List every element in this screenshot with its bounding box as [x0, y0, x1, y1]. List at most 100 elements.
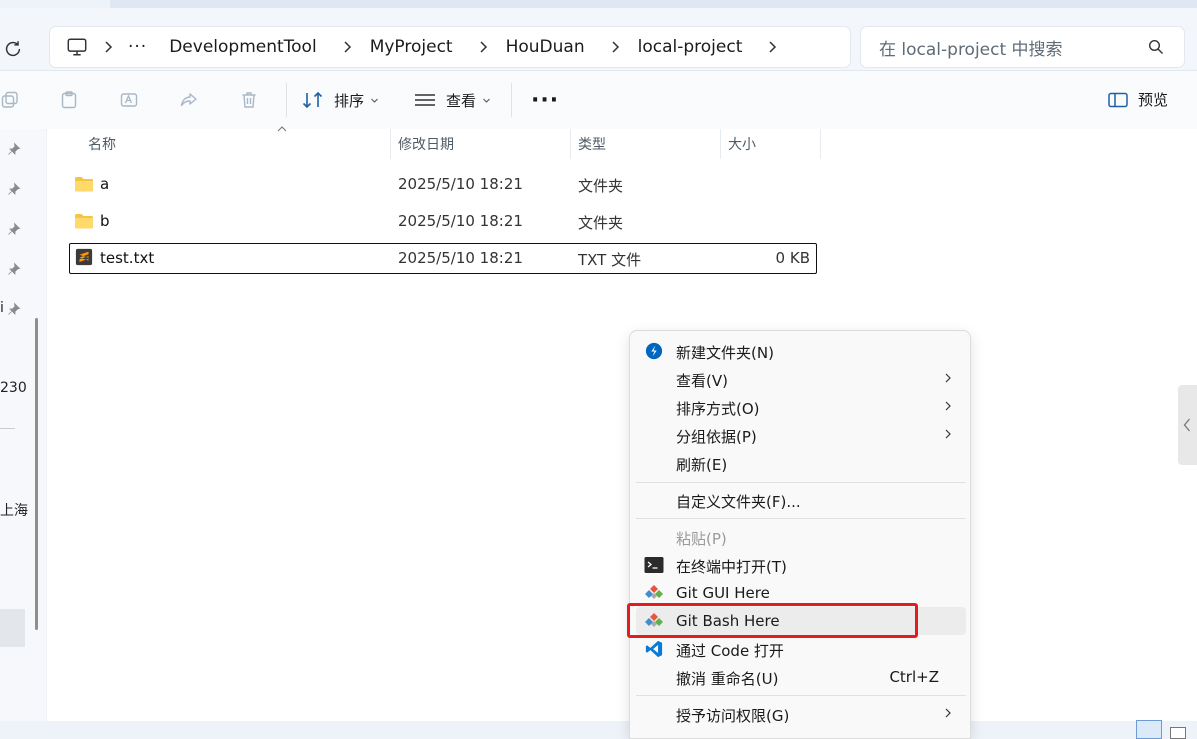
menu-item-view[interactable]: 查看(V) [636, 365, 966, 393]
menu-shortcut: Ctrl+Z [889, 668, 939, 686]
search-icon[interactable] [1148, 39, 1164, 55]
menu-label: 查看(V) [676, 372, 728, 390]
tiles-view-toggle[interactable] [1170, 727, 1186, 739]
chevron-right-icon [945, 401, 951, 411]
menu-label: 授予访问权限(G) [676, 707, 790, 725]
this-pc-icon[interactable] [66, 36, 88, 58]
file-name: a [100, 175, 110, 193]
search-box[interactable]: 在 local-project 中搜索 [861, 27, 1184, 67]
menu-item-refresh[interactable]: 刷新(E) [636, 449, 966, 477]
git-gui-icon [645, 585, 663, 599]
pin-icon[interactable] [7, 302, 21, 316]
preview-label: 预览 [1138, 91, 1169, 109]
status-bar [0, 721, 1197, 737]
file-row-a[interactable]: a 2025/5/10 18:21 文件夹 [69, 170, 815, 199]
column-header-type[interactable]: 类型 [578, 129, 606, 159]
menu-label: 排序方式(O) [676, 400, 760, 418]
pin-icon[interactable] [7, 262, 21, 276]
menu-separator [636, 695, 966, 696]
file-type: 文件夹 [578, 214, 624, 232]
address-bar-area: ··· DevelopmentTool MyProject HouDuan lo… [0, 8, 1197, 70]
navigation-scrollbar[interactable] [35, 318, 38, 630]
sort-label: 排序 [334, 91, 365, 110]
view-list-icon [415, 94, 435, 106]
delete-icon[interactable] [239, 90, 259, 110]
preview-pane-icon [1108, 92, 1128, 107]
menu-item-give-access[interactable]: 授予访问权限(G) [636, 700, 966, 728]
column-header-name[interactable]: 名称 [88, 129, 116, 159]
copy-icon[interactable] [0, 90, 20, 110]
menu-label: 分组依据(P) [676, 428, 757, 446]
sort-button[interactable]: 排序 [302, 89, 379, 111]
sort-ascending-icon [277, 126, 287, 132]
paste-icon[interactable] [59, 90, 79, 110]
chevron-right-icon[interactable] [765, 40, 779, 54]
view-button[interactable]: 查看 [414, 89, 491, 111]
menu-label: 新建文件夹(N) [676, 344, 774, 362]
nav-item-fragment[interactable]: i [0, 300, 4, 316]
terminal-icon [644, 557, 664, 573]
nav-selected-item[interactable] [0, 609, 25, 647]
chevron-left-icon [1183, 418, 1190, 432]
column-header-size[interactable]: 大小 [728, 129, 756, 159]
file-row-b[interactable]: b 2025/5/10 18:21 文件夹 [69, 207, 815, 236]
menu-item-group-by[interactable]: 分组依据(P) [636, 421, 966, 449]
chevron-right-icon[interactable] [476, 40, 490, 54]
rename-icon[interactable] [119, 90, 139, 110]
toolbar-separator [511, 83, 512, 117]
folder-icon [75, 177, 93, 192]
menu-label: 粘贴(P) [676, 530, 727, 548]
nav-item-fragment[interactable]: 上海 [0, 500, 28, 520]
toolbar-separator [286, 83, 287, 117]
chevron-right-icon[interactable] [101, 40, 115, 54]
pin-icon[interactable] [7, 142, 21, 156]
menu-item-undo-rename[interactable]: 撤消 重命名(U) Ctrl+Z [636, 663, 966, 691]
breadcrumb-local-project[interactable]: local-project [638, 37, 743, 57]
share-icon[interactable] [179, 90, 199, 110]
menu-item-open-with-code[interactable]: 通过 Code 打开 [636, 635, 966, 663]
preview-pane-button[interactable]: 预览 [1108, 89, 1168, 110]
column-header-date[interactable]: 修改日期 [398, 129, 454, 159]
refresh-icon[interactable] [2, 38, 24, 60]
menu-label: 自定义文件夹(F)... [676, 493, 801, 511]
breadcrumb-overflow[interactable]: ··· [128, 37, 147, 57]
file-name: test.txt [100, 249, 155, 267]
menu-separator [636, 518, 966, 519]
pin-icon[interactable] [7, 182, 21, 196]
menu-item-customize-folder[interactable]: 自定义文件夹(F)... [636, 486, 966, 514]
menu-item-new-folder[interactable]: 新建文件夹(N) [636, 337, 966, 365]
breadcrumb-myproject[interactable]: MyProject [370, 37, 453, 57]
menu-item-open-terminal[interactable]: 在终端中打开(T) [636, 551, 966, 579]
column-divider[interactable] [720, 129, 721, 159]
sort-icon [302, 91, 323, 109]
chevron-down-icon [483, 98, 490, 103]
more-options-button[interactable]: ··· [531, 88, 559, 113]
file-type: 文件夹 [578, 177, 624, 195]
chevron-right-icon[interactable] [608, 40, 622, 54]
file-list-pane[interactable]: 名称 修改日期 类型 大小 a 2025/5/10 18:21 文件夹 b 20… [47, 126, 1197, 722]
address-bar[interactable]: ··· DevelopmentTool MyProject HouDuan lo… [50, 27, 850, 67]
new-folder-icon [645, 342, 663, 360]
column-divider[interactable] [390, 129, 391, 159]
details-pane-toggle[interactable] [1178, 385, 1197, 465]
file-row-test-txt[interactable]: test.txt 2025/5/10 18:21 TXT 文件 0 KB [69, 243, 817, 274]
vscode-icon [645, 640, 663, 658]
nav-item-fragment[interactable]: 230 [0, 380, 27, 396]
file-type: TXT 文件 [578, 251, 642, 269]
breadcrumb-developmenttool[interactable]: DevelopmentTool [169, 37, 316, 57]
menu-label: 撤消 重命名(U) [676, 670, 779, 688]
chevron-right-icon [945, 708, 951, 718]
column-divider[interactable] [820, 129, 821, 159]
search-input[interactable]: 在 local-project 中搜索 [879, 35, 1148, 60]
view-label: 查看 [446, 91, 477, 110]
breadcrumb-houduan[interactable]: HouDuan [506, 37, 585, 57]
nav-divider [0, 428, 15, 429]
details-view-toggle[interactable] [1136, 720, 1162, 739]
chevron-right-icon[interactable] [340, 40, 354, 54]
sublime-file-icon [75, 248, 93, 266]
file-date: 2025/5/10 18:21 [398, 249, 523, 267]
pin-icon[interactable] [7, 222, 21, 236]
menu-item-sort-by[interactable]: 排序方式(O) [636, 393, 966, 421]
menu-item-paste[interactable]: 粘贴(P) [636, 523, 966, 551]
column-divider[interactable] [570, 129, 571, 159]
